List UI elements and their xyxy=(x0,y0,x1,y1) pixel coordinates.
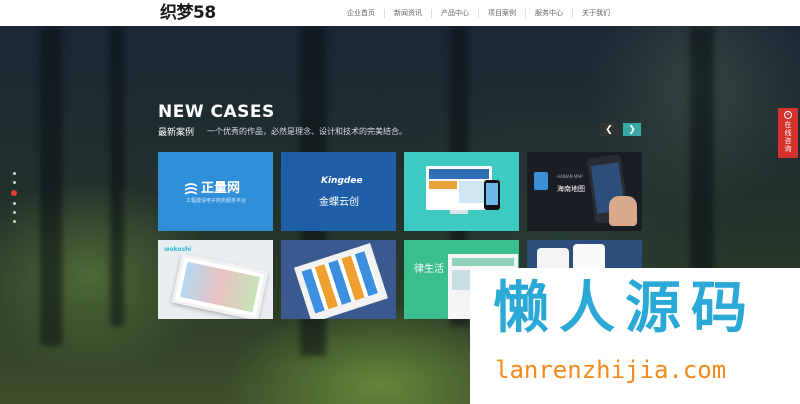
pager-dot[interactable] xyxy=(12,211,16,214)
site-logo[interactable]: 织梦58 xyxy=(160,3,216,23)
chevron-left-icon: ❮ xyxy=(605,124,613,135)
pager-dot[interactable] xyxy=(12,220,16,223)
zhengliang-logo-icon xyxy=(184,180,198,195)
mockup-header xyxy=(429,169,489,179)
case-tagline: HAINAN MAP xyxy=(557,174,583,179)
section-title-cn: 最新案例 xyxy=(158,128,195,138)
pager-dot[interactable] xyxy=(12,202,16,205)
chat-bubble-icon: • xyxy=(784,111,792,119)
watermark-en: lanrenzhijia.com xyxy=(495,356,727,384)
case-card[interactable]: 海南地图 HAINAN MAP xyxy=(527,152,642,231)
background-tree xyxy=(40,26,62,346)
consult-label: 在线咨询 xyxy=(784,121,792,153)
nav-item-products[interactable]: 产品中心 xyxy=(441,0,469,26)
case-tagline: 工程建设电子商务服务平台 xyxy=(186,198,247,204)
nav-divider xyxy=(572,8,573,18)
prev-arrow-button[interactable]: ❮ xyxy=(600,123,618,136)
case-brand: 金蝶云创 xyxy=(319,197,359,208)
watermark-cn: 懒人源码 xyxy=(493,276,757,341)
hand-image xyxy=(609,196,637,226)
pager-dot-active[interactable] xyxy=(11,190,17,196)
slide-pager xyxy=(11,172,17,223)
nav-item-home[interactable]: 企业首页 xyxy=(347,0,375,26)
nav-divider xyxy=(525,8,526,18)
case-card[interactable] xyxy=(404,152,519,231)
nav-item-cases[interactable]: 项目案例 xyxy=(488,0,516,26)
case-card[interactable]: Kingdee 金蝶云创 xyxy=(281,152,396,231)
map-app-icon xyxy=(534,172,548,190)
case-card[interactable]: 正量网 工程建设电子商务服务平台 xyxy=(158,152,273,231)
case-card[interactable] xyxy=(281,240,396,319)
phone-mockup xyxy=(484,180,500,210)
nav-divider xyxy=(478,8,479,18)
watermark-overlay: 懒人源码 lanrenzhijia.com xyxy=(470,268,800,404)
section-title-en: NEW CASES xyxy=(158,102,275,122)
section-description: 一个优秀的作品，必然是理念、设计和技术的完美结合。 xyxy=(207,127,407,136)
top-navigation-bar: 织梦58 企业首页 新闻资讯 产品中心 项目案例 服务中心 关于我们 xyxy=(0,0,800,26)
nav-item-news[interactable]: 新闻资讯 xyxy=(394,0,422,26)
tablet-screen xyxy=(180,261,260,313)
pager-dot[interactable] xyxy=(12,172,16,175)
main-nav: 企业首页 新闻资讯 产品中心 项目案例 服务中心 关于我们 xyxy=(347,0,610,26)
chevron-right-icon: ❯ xyxy=(628,124,636,135)
mockup-header xyxy=(452,258,514,266)
case-brand-en: Kingdee xyxy=(321,176,363,186)
pager-dot[interactable] xyxy=(12,181,16,184)
case-brand: 海南地图 xyxy=(557,185,585,193)
online-consult-button[interactable]: • 在线咨询 xyxy=(778,108,798,158)
case-brand: wokeshi xyxy=(164,246,192,253)
tablet-mockup xyxy=(171,253,269,319)
app-icons-grid xyxy=(301,250,380,314)
monitor-mockup xyxy=(426,166,492,210)
nav-divider xyxy=(431,8,432,18)
app-grid-mockup xyxy=(293,243,389,319)
nav-item-services[interactable]: 服务中心 xyxy=(535,0,563,26)
background-tree xyxy=(110,26,124,326)
nav-item-about[interactable]: 关于我们 xyxy=(582,0,610,26)
phone-screen xyxy=(486,183,498,205)
case-brand: 律生活 xyxy=(414,264,444,275)
mockup-block xyxy=(429,181,457,189)
next-arrow-button[interactable]: ❯ xyxy=(623,123,641,136)
case-card[interactable]: wokeshi xyxy=(158,240,273,319)
case-brand: 正量网 xyxy=(201,181,241,196)
monitor-stand xyxy=(450,210,468,214)
nav-divider xyxy=(384,8,385,18)
